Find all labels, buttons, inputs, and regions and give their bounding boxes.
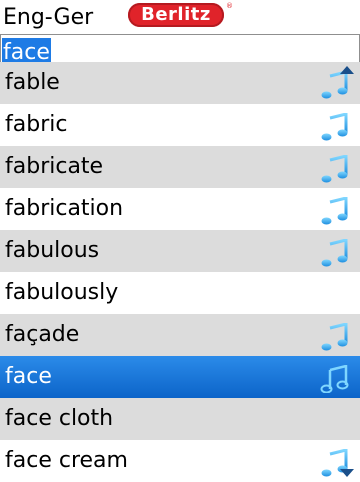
audio-note-icon[interactable] xyxy=(320,155,350,183)
audio-note-icon[interactable] xyxy=(320,197,350,225)
list-item-label: fable xyxy=(5,70,60,95)
registered-mark: ® xyxy=(226,2,233,10)
list-item-label: face cream xyxy=(5,448,128,473)
list-item-label: fabulous xyxy=(5,238,100,263)
audio-note-icon[interactable] xyxy=(320,323,350,351)
list-item-selected[interactable]: face xyxy=(0,356,360,398)
list-item-label: face cloth xyxy=(5,406,114,431)
scroll-up-icon[interactable] xyxy=(340,66,354,74)
list-item[interactable]: fable xyxy=(0,62,360,104)
list-item-label: façade xyxy=(5,322,80,347)
list-item-label: face xyxy=(5,364,52,389)
list-item[interactable]: fabric xyxy=(0,104,360,146)
audio-note-icon[interactable] xyxy=(320,71,350,99)
dictionary-title: Eng-Ger xyxy=(3,5,94,30)
list-item-label: fabrication xyxy=(5,196,124,221)
list-item[interactable]: fabulous xyxy=(0,230,360,272)
list-item[interactable]: fabrication xyxy=(0,188,360,230)
audio-note-icon[interactable] xyxy=(320,365,350,393)
list-item-label: fabulously xyxy=(5,280,119,305)
audio-note-icon[interactable] xyxy=(320,113,350,141)
audio-note-icon[interactable] xyxy=(320,239,350,267)
berlitz-logo: Berlitz xyxy=(128,3,224,27)
list-item[interactable]: face cream xyxy=(0,440,360,482)
list-item[interactable]: façade xyxy=(0,314,360,356)
list-item-label: fabric xyxy=(5,112,68,137)
list-item-label: fabricate xyxy=(5,154,104,179)
list-item[interactable]: fabricate xyxy=(0,146,360,188)
list-item[interactable]: face cloth xyxy=(0,398,360,440)
scroll-down-icon[interactable] xyxy=(340,469,354,477)
list-item[interactable]: fabulously xyxy=(0,272,360,314)
word-list[interactable]: fable fabric fabricate fabrication fabul… xyxy=(0,62,360,482)
header-bar: Eng-Ger Berlitz ® xyxy=(0,0,360,34)
